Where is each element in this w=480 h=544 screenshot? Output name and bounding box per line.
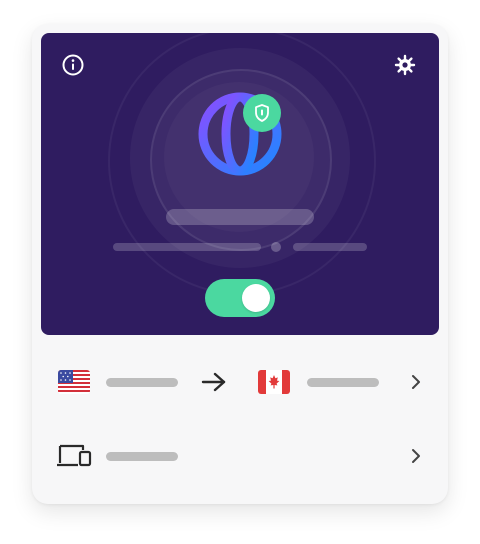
status-detail-placeholder [113,243,261,251]
info-icon[interactable] [61,53,85,77]
arrow-right-icon [200,370,228,394]
chevron-right-icon [409,447,423,465]
destination-location-placeholder [307,378,379,387]
devices-icon [56,443,92,469]
devices-row[interactable] [41,428,439,484]
origin-location-placeholder [106,378,178,387]
devices-label-placeholder [106,452,178,461]
vpn-toggle[interactable] [205,279,275,317]
shield-icon [255,104,269,122]
toggle-knob [242,284,270,312]
connection-status-panel [41,33,439,335]
shield-badge [243,94,281,132]
connection-route-row[interactable] [41,354,439,410]
status-detail-placeholder [293,243,367,251]
ca-flag-icon [258,370,290,394]
status-separator-dot [271,242,281,252]
gear-icon[interactable] [393,53,417,77]
status-title-placeholder [166,209,314,225]
us-flag-icon [58,370,90,394]
chevron-right-icon [409,373,423,391]
